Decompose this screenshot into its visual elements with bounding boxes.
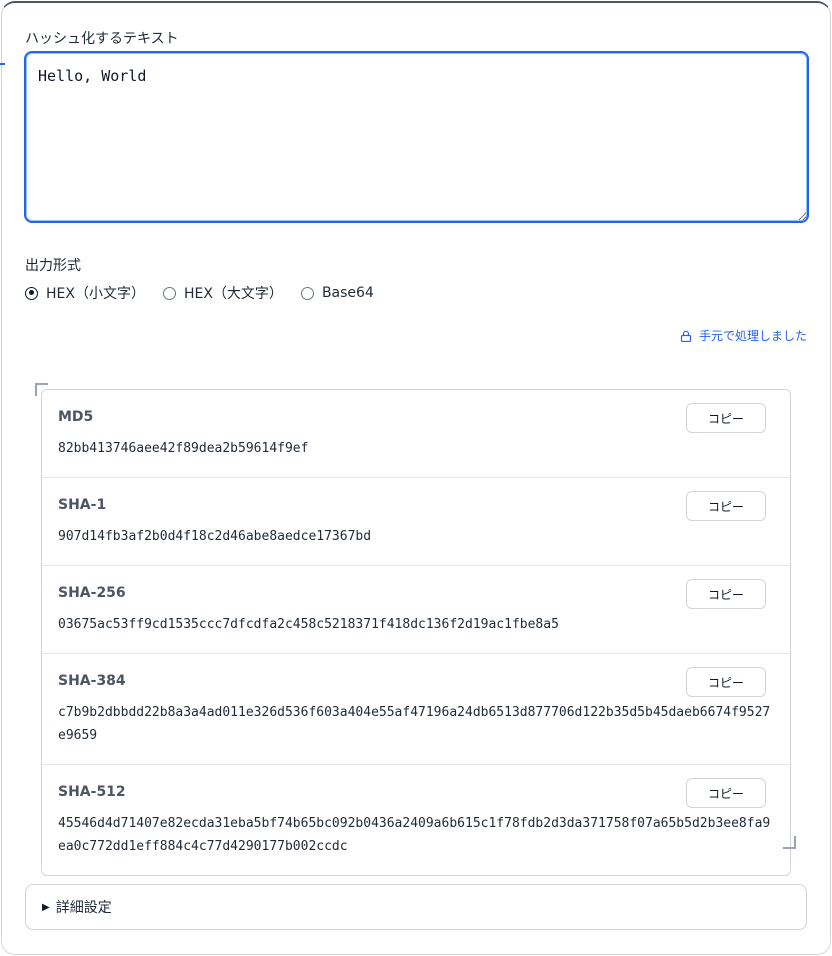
algorithm-name: SHA-256 bbox=[58, 585, 126, 601]
format-option-label: Base64 bbox=[321, 285, 374, 301]
hash-results-list: MD5 82bb413746aee42f89dea2b59614f9ef コピー… bbox=[41, 389, 791, 876]
focus-accent bbox=[0, 63, 5, 65]
hash-value: 45546d4d71407e82ecda31eba5bf74b65bc092b0… bbox=[58, 816, 771, 854]
algorithm-name: SHA-384 bbox=[58, 673, 126, 689]
radio-base64[interactable] bbox=[300, 286, 314, 300]
hash-value: 03675ac53ff9cd1535ccc7dfcdfa2c458c521837… bbox=[58, 617, 559, 632]
format-label: 出力形式 bbox=[25, 258, 81, 274]
copy-button-sha384[interactable]: コピー bbox=[686, 667, 766, 697]
advanced-settings-label: 詳細設定 bbox=[55, 900, 112, 916]
hash-row-sha256: SHA-256 03675ac53ff9cd1535ccc7dfcdfa2c45… bbox=[42, 566, 790, 654]
format-option-label: HEX（大文字） bbox=[183, 286, 283, 302]
lock-icon bbox=[680, 330, 692, 342]
hash-row-sha512: SHA-512 45546d4d71407e82ecda31eba5bf74b6… bbox=[42, 765, 790, 875]
hash-row-md5: MD5 82bb413746aee42f89dea2b59614f9ef コピー bbox=[42, 390, 790, 478]
algorithm-name: MD5 bbox=[58, 409, 94, 425]
disclosure-triangle-icon: ▶ bbox=[42, 901, 50, 913]
format-option-label: HEX（小文字） bbox=[46, 286, 145, 302]
hash-text-input[interactable] bbox=[24, 51, 809, 223]
copy-button-sha256[interactable]: コピー bbox=[686, 579, 766, 609]
hash-value: c7b9b2dbbdd22b8a3a4ad011e326d536f603a404… bbox=[58, 705, 771, 743]
algorithm-name: SHA-512 bbox=[58, 784, 126, 800]
hash-value: 82bb413746aee42f89dea2b59614f9ef bbox=[58, 441, 309, 456]
format-radio-group: HEX（小文字） HEX（大文字） Base64 bbox=[25, 283, 392, 303]
format-option-hex-upper[interactable]: HEX（大文字） bbox=[162, 283, 283, 303]
hash-row-sha1: SHA-1 907d14fb3af2b0d4f18c2d46abe8aedce1… bbox=[42, 478, 790, 566]
algorithm-name: SHA-1 bbox=[58, 497, 107, 513]
hash-row-sha384: SHA-384 c7b9b2dbbdd22b8a3a4ad011e326d536… bbox=[42, 654, 790, 765]
copy-button-sha1[interactable]: コピー bbox=[686, 491, 766, 521]
hash-value: 907d14fb3af2b0d4f18c2d46abe8aedce17367bd bbox=[58, 529, 372, 544]
radio-hex-upper[interactable] bbox=[162, 286, 176, 300]
local-note-text: 手元で処理しました bbox=[698, 329, 807, 343]
advanced-settings-toggle[interactable]: ▶ 詳細設定 bbox=[25, 884, 807, 930]
format-option-base64[interactable]: Base64 bbox=[300, 285, 374, 301]
radio-hex-lower[interactable] bbox=[25, 286, 38, 300]
format-option-hex-lower[interactable]: HEX（小文字） bbox=[25, 283, 145, 303]
resize-corner-bottom-right bbox=[783, 836, 796, 849]
local-processing-note: 手元で処理しました bbox=[680, 327, 807, 344]
copy-button-md5[interactable]: コピー bbox=[686, 403, 766, 433]
input-label: ハッシュ化するテキスト bbox=[25, 31, 179, 47]
copy-button-sha512[interactable]: コピー bbox=[686, 778, 766, 808]
